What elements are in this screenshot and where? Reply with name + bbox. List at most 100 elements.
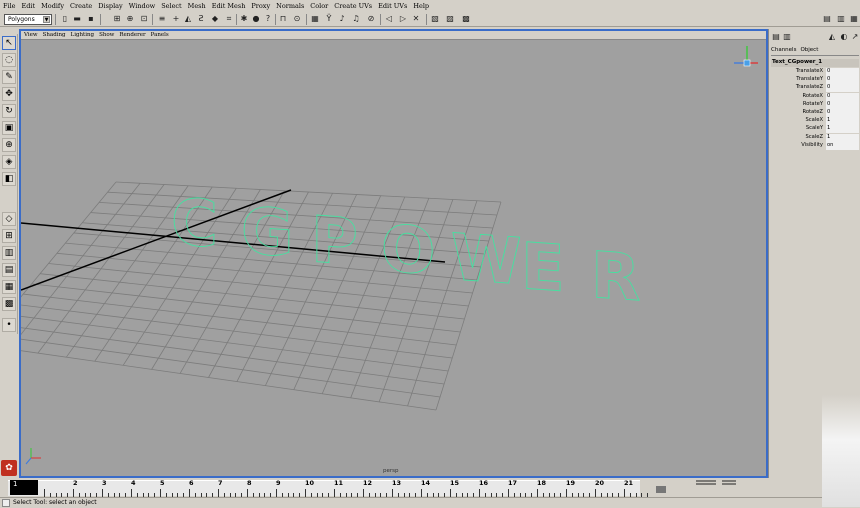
snap-grid-icon[interactable]: ◭ [183, 14, 193, 24]
menu-item-proxy[interactable]: Proxy [251, 2, 270, 10]
menu-item-display[interactable]: Display [98, 2, 122, 10]
lasso-tool-icon[interactable]: ◌ [2, 53, 16, 67]
menu-item-modify[interactable]: Modify [41, 2, 64, 10]
menu-item-help[interactable]: Help [413, 2, 429, 10]
channel-value-field[interactable]: 1 [826, 125, 859, 134]
mask-icon[interactable]: ≡ [157, 14, 167, 24]
no-render-icon[interactable]: ⊘ [366, 14, 376, 24]
select-component-icon[interactable]: ⊡ [139, 14, 149, 24]
toggle-panel-icon[interactable]: ▤ [822, 14, 832, 24]
snap-curve-icon[interactable]: Ƨ [196, 14, 206, 24]
new-scene-icon[interactable]: ▯ [60, 14, 70, 24]
render-frame-icon[interactable]: ▦ [310, 14, 320, 24]
menu-item-color[interactable]: Color [310, 2, 328, 10]
channel-row[interactable]: ScaleX 1 [771, 117, 859, 126]
menu-item-normals[interactable]: Normals [276, 2, 304, 10]
attribute-icon[interactable]: ◭ [827, 32, 837, 42]
magnet-icon[interactable]: ⊙ [292, 14, 302, 24]
select-by-type-icon[interactable]: + [171, 14, 181, 24]
ipr-render-icon[interactable]: Ϋ [324, 14, 334, 24]
channel-value-field[interactable]: 0 [826, 84, 859, 93]
channel-value-field[interactable]: 1 [826, 133, 859, 142]
single-pane-layout-icon[interactable]: ◇ [2, 212, 16, 226]
channel-row[interactable]: TranslateX 0 [771, 68, 859, 76]
tab-object[interactable]: Object [800, 47, 818, 55]
hypershade-layout-icon[interactable]: ▩ [2, 297, 16, 311]
current-frame-marker[interactable]: 1 [10, 480, 38, 495]
panel-menu-view[interactable]: View [24, 31, 38, 39]
select-hierarchy-icon[interactable]: ⊞ [112, 14, 122, 24]
menu-mode-select[interactable]: Polygons ▼ [4, 14, 52, 25]
layout-icon-2[interactable]: ▨ [445, 14, 455, 24]
viewport-panel[interactable]: View Shading Lighting Show Renderer Panels CG… [19, 29, 768, 478]
lock-icon[interactable]: ⊓ [278, 14, 288, 24]
channel-row[interactable]: RotateZ 0 [771, 109, 859, 117]
menu-item-select[interactable]: Select [161, 2, 181, 10]
view-cube-icon[interactable] [734, 46, 758, 67]
channel-row[interactable]: TranslateY 0 [771, 76, 859, 85]
construction-icon[interactable]: ● [251, 14, 261, 24]
move-tool-icon[interactable]: ✥ [2, 87, 16, 101]
panel-menu-renderer[interactable]: Renderer [119, 31, 145, 39]
toggle-layer-icon[interactable]: ▦ [849, 14, 859, 24]
toggle-channel-icon[interactable]: ▥ [836, 14, 846, 24]
save-scene-icon[interactable]: ▪ [86, 14, 96, 24]
help-icon[interactable]: ? [263, 14, 273, 24]
scale-tool-icon[interactable]: ▣ [2, 121, 16, 135]
viewport-canvas[interactable]: CGPOWER [21, 40, 766, 476]
channel-value-field[interactable]: 0 [826, 68, 859, 76]
input-line-icon[interactable]: ◁ [384, 14, 394, 24]
rotate-tool-icon[interactable]: ↻ [2, 104, 16, 118]
layer-editor-icon[interactable]: ▥ [782, 32, 792, 42]
menu-item-create[interactable]: Create [70, 2, 92, 10]
menu-item-edit-mesh[interactable]: Edit Mesh [212, 2, 246, 10]
menu-item-edit-uvs[interactable]: Edit UVs [378, 2, 407, 10]
channel-value-field[interactable]: 0 [826, 76, 859, 85]
channel-value-field[interactable]: 0 [826, 100, 859, 109]
panel-menu-lighting[interactable]: Lighting [71, 31, 95, 39]
channel-row[interactable]: TranslateZ 0 [771, 84, 859, 93]
channel-value-field[interactable]: on [826, 141, 859, 150]
menu-item-file[interactable]: File [3, 2, 16, 10]
channel-row[interactable]: RotateY 0 [771, 100, 859, 109]
channel-value-field[interactable]: 1 [826, 117, 859, 126]
selected-object-name[interactable]: Text_CGpower_1 [771, 59, 859, 67]
output-line-icon[interactable]: ▷ [398, 14, 408, 24]
attribute-editor-icon[interactable]: ✕ [411, 14, 421, 24]
menu-item-create-uvs[interactable]: Create UVs [334, 2, 372, 10]
menu-item-edit[interactable]: Edit [22, 2, 36, 10]
render-settings-icon[interactable]: ♪ [337, 14, 347, 24]
paint-tool-icon[interactable]: ✎ [2, 70, 16, 84]
channel-row[interactable]: ScaleZ 1 [771, 133, 859, 142]
pin-icon[interactable]: ↗ [850, 32, 860, 42]
soft-mod-tool-icon[interactable]: ◈ [2, 155, 16, 169]
tool-settings-icon[interactable]: ◐ [839, 32, 849, 42]
open-scene-icon[interactable]: ▬ [72, 14, 82, 24]
panel-menu-panels[interactable]: Panels [151, 31, 169, 39]
more-layouts-icon[interactable]: • [2, 318, 16, 332]
channel-row[interactable]: ScaleY 1 [771, 125, 859, 134]
snap-plane-icon[interactable]: ⌗ [224, 14, 234, 24]
select-tool-icon[interactable]: ↖ [2, 36, 16, 50]
channel-value-field[interactable]: 0 [826, 92, 859, 101]
four-pane-layout-icon[interactable]: ⊞ [2, 229, 16, 243]
channel-box-icon[interactable]: ▤ [771, 32, 781, 42]
menu-item-window[interactable]: Window [129, 2, 155, 10]
layout-icon-3[interactable]: ▩ [461, 14, 471, 24]
two-pane-layout-icon[interactable]: ▥ [2, 246, 16, 260]
tab-channels[interactable]: Channels [771, 47, 796, 55]
channel-value-field[interactable]: 0 [826, 109, 859, 117]
playback-controls[interactable] [640, 478, 782, 497]
channel-row[interactable]: RotateX 0 [771, 92, 859, 101]
layout-icon-1[interactable]: ▧ [430, 14, 440, 24]
menu-item-mesh[interactable]: Mesh [188, 2, 206, 10]
snap-point-icon[interactable]: ◆ [210, 14, 220, 24]
time-slider[interactable]: 1 2 3 4 5 6 7 8 9 10 11 12 13 14 15 16 17 18 19 20 21 [0, 478, 860, 497]
panel-menu-show[interactable]: Show [99, 31, 114, 39]
manipulator-tool-icon[interactable]: ⊕ [2, 138, 16, 152]
last-tool-icon[interactable]: ◧ [2, 172, 16, 186]
history-icon[interactable]: ✱ [239, 14, 249, 24]
panel-menu-shading[interactable]: Shading [43, 31, 66, 39]
select-object-icon[interactable]: ⊕ [125, 14, 135, 24]
hypershade-icon[interactable]: ♫ [351, 14, 361, 24]
